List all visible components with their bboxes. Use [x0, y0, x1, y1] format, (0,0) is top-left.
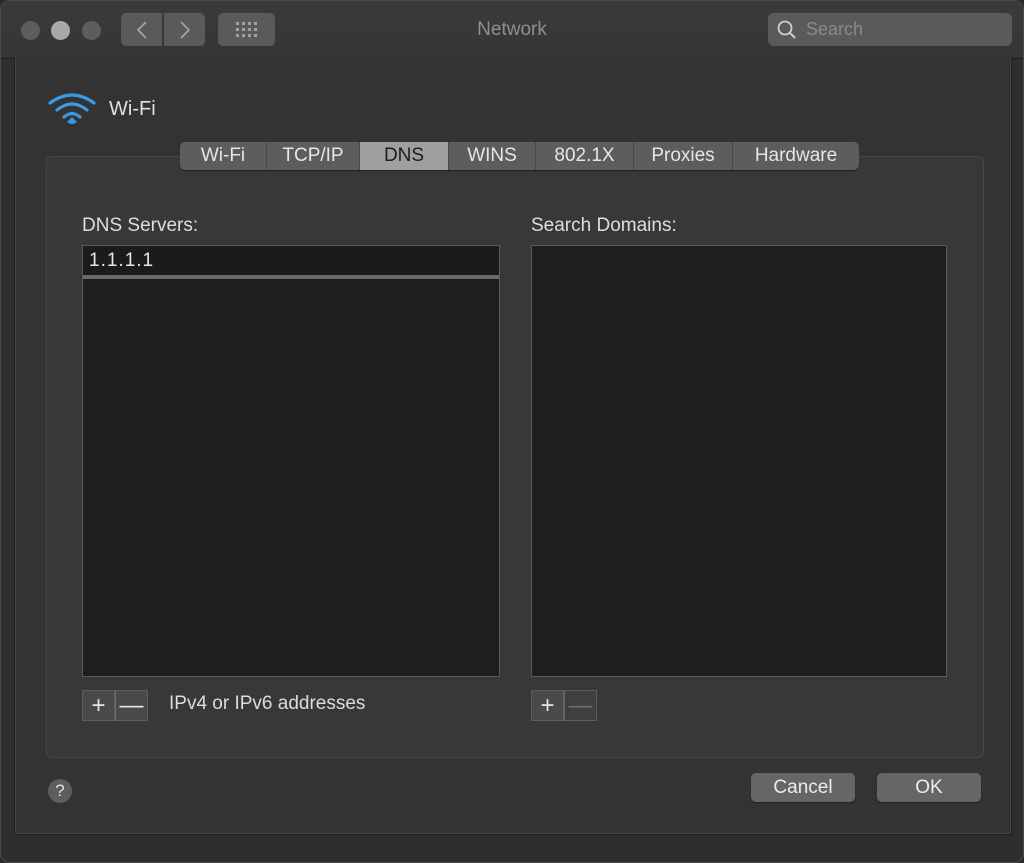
title-bar: Network	[1, 1, 1023, 59]
tab-dns[interactable]: DNS	[360, 142, 449, 170]
search-domains-list[interactable]	[531, 245, 947, 677]
dns-servers-list[interactable]: 1.1.1.1	[82, 245, 500, 677]
search-input[interactable]	[804, 18, 998, 41]
dns-servers-label: DNS Servers:	[82, 215, 199, 236]
wifi-icon	[48, 93, 96, 124]
tab-proxies[interactable]: Proxies	[634, 142, 733, 170]
tab-wifi[interactable]: Wi-Fi	[180, 142, 267, 170]
service-header: Wi-Fi	[47, 91, 156, 127]
search-field[interactable]	[768, 13, 1012, 46]
list-item[interactable]: 1.1.1.1	[83, 246, 499, 279]
ok-button[interactable]: OK	[877, 773, 981, 802]
tab-bar: Wi-Fi TCP/IP DNS WINS 802.1X Proxies Har…	[180, 142, 859, 170]
tab-content-panel: DNS Servers: 1.1.1.1 + — IPv4 or IPv6 ad…	[46, 156, 984, 758]
dns-servers-add-remove: + —	[82, 690, 148, 721]
search-icon	[777, 20, 796, 39]
dns-servers-hint: IPv4 or IPv6 addresses	[169, 693, 366, 714]
network-preferences-window: Network Wi-Fi DNS Servers:	[0, 0, 1024, 863]
service-name: Wi-Fi	[109, 97, 156, 120]
add-search-domain-button[interactable]: +	[531, 690, 564, 721]
advanced-settings-sheet: Wi-Fi DNS Servers: 1.1.1.1 + — IPv4 or I…	[14, 58, 1012, 835]
tab-tcpip[interactable]: TCP/IP	[267, 142, 360, 170]
tab-wins[interactable]: WINS	[449, 142, 536, 170]
search-domains-add-remove: + —	[531, 690, 597, 721]
add-dns-server-button[interactable]: +	[82, 690, 115, 721]
remove-dns-server-button[interactable]: —	[115, 690, 148, 721]
help-button[interactable]: ?	[48, 779, 72, 803]
tab-8021x[interactable]: 802.1X	[536, 142, 634, 170]
tab-hardware[interactable]: Hardware	[733, 142, 859, 170]
remove-search-domain-button: —	[564, 690, 597, 721]
cancel-button[interactable]: Cancel	[751, 773, 855, 802]
search-domains-label: Search Domains:	[531, 215, 677, 236]
